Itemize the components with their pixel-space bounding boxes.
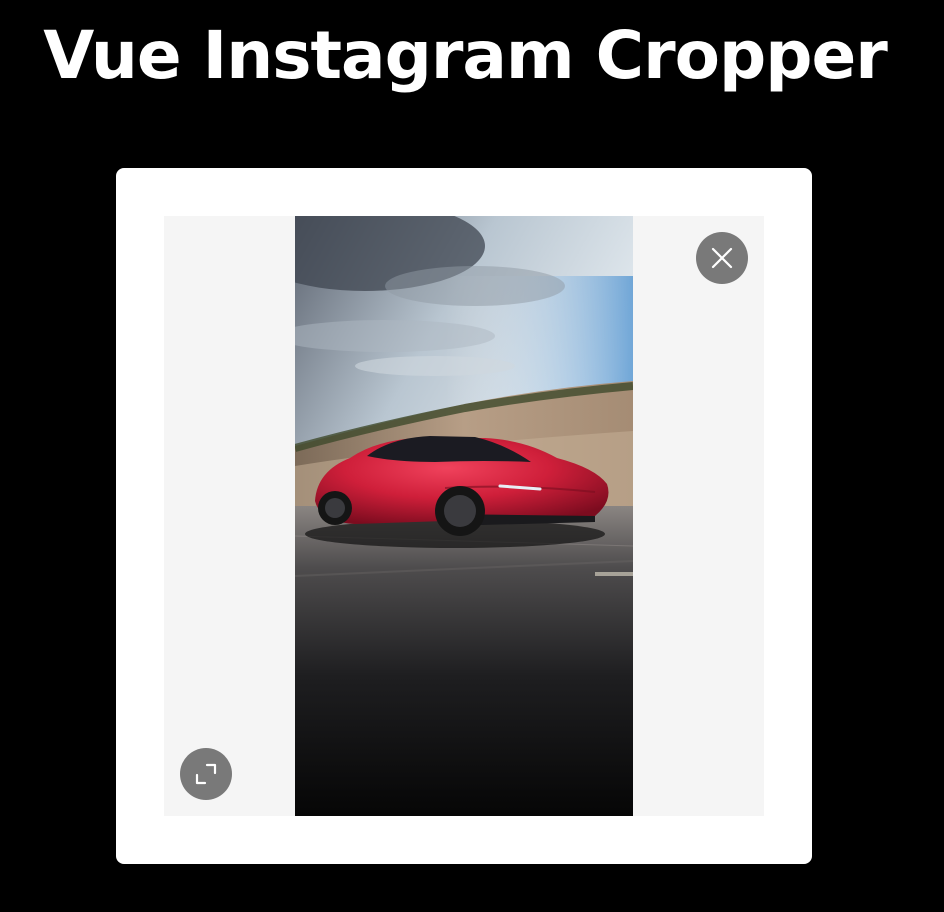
page-title: Vue Instagram Cropper <box>43 17 888 94</box>
expand-icon <box>195 763 217 785</box>
cropper-card <box>116 168 812 864</box>
toggle-fit-button[interactable] <box>180 748 232 800</box>
close-icon <box>711 247 733 269</box>
cropped-photo[interactable] <box>295 216 633 816</box>
crop-area[interactable] <box>164 216 764 816</box>
remove-image-button[interactable] <box>696 232 748 284</box>
